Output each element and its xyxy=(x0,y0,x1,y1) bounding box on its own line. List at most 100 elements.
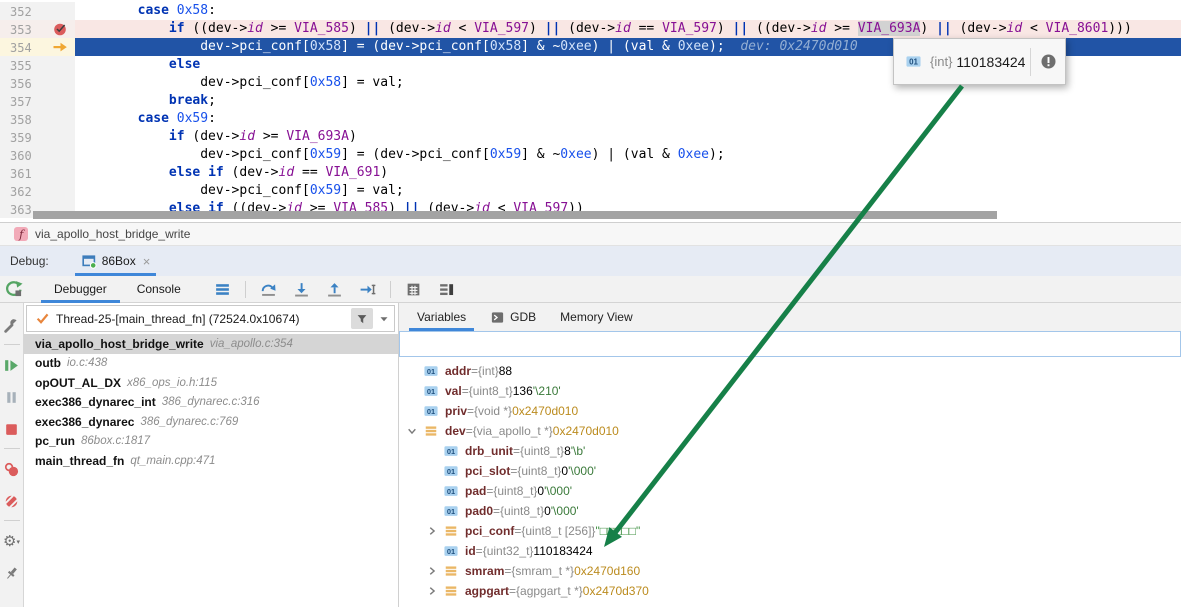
step-out-icon[interactable] xyxy=(326,281,343,298)
variable-row-priv[interactable]: 01priv = {void *} 0x2470d010 xyxy=(399,401,1181,421)
variable-row-pci_conf[interactable]: pci_conf = {uint8_t [256]} "□□□□□" xyxy=(399,521,1181,541)
code-line-357[interactable]: 357 break; xyxy=(0,92,1181,110)
variable-value: 136 xyxy=(513,384,533,398)
variable-row-pci_slot[interactable]: 01pci_slot = {uint8_t} 0 '\000' xyxy=(399,461,1181,481)
session-tab-label: 86Box xyxy=(102,254,136,268)
code-line-358[interactable]: 358 case 0x59: xyxy=(0,110,1181,128)
rerun-icon[interactable] xyxy=(5,280,23,298)
info-icon[interactable] xyxy=(1040,53,1057,70)
gutter[interactable]: 354 xyxy=(0,38,75,56)
code-line-359[interactable]: 359 if (dev->id >= VIA_693A) xyxy=(0,128,1181,146)
code-text[interactable]: if ((dev->id >= VIA_585) || (dev->id < V… xyxy=(75,20,1181,38)
variable-type: {uint32_t} xyxy=(483,544,534,558)
code-line-352[interactable]: 352 case 0x58: xyxy=(0,2,1181,20)
tab-console[interactable]: Console xyxy=(122,276,196,303)
variable-name: pad0 xyxy=(465,504,493,518)
struct-icon xyxy=(443,564,459,578)
stack-frame[interactable]: exec386_dynarec386_dynarec.c:769 xyxy=(24,412,398,432)
stack-frame[interactable]: exec386_dynarec_int386_dynarec.c:316 xyxy=(24,393,398,413)
gutter[interactable]: 352 xyxy=(0,2,75,20)
chevron-right-icon[interactable] xyxy=(425,524,439,538)
tab-memory-view[interactable]: Memory View xyxy=(548,303,644,331)
mute-breakpoints-icon[interactable] xyxy=(3,493,20,510)
chevron-spacer xyxy=(425,464,439,478)
variable-row-smram[interactable]: smram = {smram_t *} 0x2470d160 xyxy=(399,561,1181,581)
step-into-icon[interactable] xyxy=(293,281,310,298)
gutter[interactable]: 357 xyxy=(0,92,75,110)
show-execution-point-icon[interactable] xyxy=(214,281,231,298)
stack-frame[interactable]: via_apollo_host_bridge_writevia_apollo.c… xyxy=(24,334,398,354)
pin-icon[interactable] xyxy=(3,565,20,582)
breakpoint-icon[interactable] xyxy=(52,21,68,37)
struct-icon xyxy=(443,584,459,598)
view-breakpoints-icon[interactable] xyxy=(3,461,20,478)
code-editor[interactable]: 352 case 0x58:353 if ((dev->id >= VIA_58… xyxy=(0,0,1181,222)
strip-separator xyxy=(4,520,20,521)
variable-row-addr[interactable]: 01addr = {int} 88 xyxy=(399,361,1181,381)
settings-wrench-icon[interactable] xyxy=(3,317,20,334)
tab-gdb[interactable]: GDB xyxy=(478,303,548,331)
step-over-icon[interactable] xyxy=(260,281,277,298)
chevron-right-icon[interactable] xyxy=(425,584,439,598)
strip-separator xyxy=(4,448,20,449)
tab-debugger[interactable]: Debugger xyxy=(39,276,122,303)
thread-selector[interactable]: Thread-25-[main_thread_fn] (72524.0x1067… xyxy=(26,305,395,332)
variable-row-dev[interactable]: dev = {via_apollo_t *} 0x2470d010 xyxy=(399,421,1181,441)
gutter[interactable]: 362 xyxy=(0,182,75,200)
evaluate-expression-icon[interactable] xyxy=(405,281,422,298)
stack-frame[interactable]: outbio.c:438 xyxy=(24,354,398,374)
close-icon[interactable]: × xyxy=(143,254,151,269)
variable-row-pad0[interactable]: 01pad0 = {uint8_t} 0 '\000' xyxy=(399,501,1181,521)
watch-input[interactable] xyxy=(399,331,1181,357)
code-text[interactable]: case 0x59: xyxy=(75,110,1181,128)
variable-name: smram xyxy=(465,564,504,578)
session-tab-86box[interactable]: 86Box × xyxy=(75,246,157,276)
code-line-360[interactable]: 360 dev->pci_conf[0x59] = (dev->pci_conf… xyxy=(0,146,1181,164)
run-to-cursor-icon[interactable] xyxy=(359,281,376,298)
chevron-expanded-icon[interactable] xyxy=(405,424,419,438)
resume-icon[interactable] xyxy=(3,357,20,374)
code-line-353[interactable]: 353 if ((dev->id >= VIA_585) || (dev->id… xyxy=(0,20,1181,38)
horizontal-scrollbar[interactable] xyxy=(33,211,997,219)
frame-location: 386_dynarec.c:769 xyxy=(140,416,238,428)
primitive-type-icon: 01 xyxy=(904,54,923,69)
variable-row-agpgart[interactable]: agpgart = {agpgart_t *} 0x2470d370 xyxy=(399,581,1181,601)
stack-frame[interactable]: opOUT_AL_DXx86_ops_io.h:115 xyxy=(24,373,398,393)
tab-variables[interactable]: Variables xyxy=(405,303,478,331)
code-line-362[interactable]: 362 dev->pci_conf[0x59] = val; xyxy=(0,182,1181,200)
gutter[interactable]: 356 xyxy=(0,74,75,92)
code-text[interactable]: else if (dev->id == VIA_691) xyxy=(75,164,1181,182)
code-text[interactable]: break; xyxy=(75,92,1181,110)
execution-arrow-icon[interactable] xyxy=(52,39,68,55)
variable-row-id[interactable]: 01id = {uint32_t} 110183424 xyxy=(399,541,1181,561)
chevron-right-icon[interactable] xyxy=(425,564,439,578)
line-number: 358 xyxy=(10,111,32,129)
prim-icon: 01 xyxy=(423,384,439,398)
stop-icon[interactable] xyxy=(3,421,20,438)
variable-value: 0x2470d370 xyxy=(583,584,649,598)
code-text[interactable]: dev->pci_conf[0x59] = (dev->pci_conf[0x5… xyxy=(75,146,1181,164)
gutter[interactable]: 358 xyxy=(0,110,75,128)
breadcrumb-function[interactable]: via_apollo_host_bridge_write xyxy=(35,227,190,241)
pause-icon[interactable] xyxy=(3,389,20,406)
code-text[interactable]: if (dev->id >= VIA_693A) xyxy=(75,128,1181,146)
layout-icon[interactable] xyxy=(438,281,455,298)
variable-row-pad[interactable]: 01pad = {uint8_t} 0 '\000' xyxy=(399,481,1181,501)
thread-check-icon xyxy=(35,311,50,326)
variable-row-drb_unit[interactable]: 01drb_unit = {uint8_t} 8 '\b' xyxy=(399,441,1181,461)
stack-frame[interactable]: pc_run86box.c:1817 xyxy=(24,432,398,452)
gutter[interactable]: 359 xyxy=(0,128,75,146)
code-text[interactable]: case 0x58: xyxy=(75,2,1181,20)
gear-icon[interactable]: ⚙▾ xyxy=(3,533,20,550)
stack-frame[interactable]: main_thread_fnqt_main.cpp:471 xyxy=(24,451,398,471)
gutter[interactable]: 361 xyxy=(0,164,75,182)
code-text[interactable]: dev->pci_conf[0x59] = val; xyxy=(75,182,1181,200)
code-line-361[interactable]: 361 else if (dev->id == VIA_691) xyxy=(0,164,1181,182)
filter-button[interactable] xyxy=(351,308,373,329)
gutter[interactable]: 355 xyxy=(0,56,75,74)
variable-value: 0 xyxy=(544,504,551,518)
variable-row-val[interactable]: 01val = {uint8_t} 136 '\210' xyxy=(399,381,1181,401)
gutter[interactable]: 353 xyxy=(0,20,75,38)
chevron-down-icon[interactable] xyxy=(377,312,391,326)
gutter[interactable]: 360 xyxy=(0,146,75,164)
